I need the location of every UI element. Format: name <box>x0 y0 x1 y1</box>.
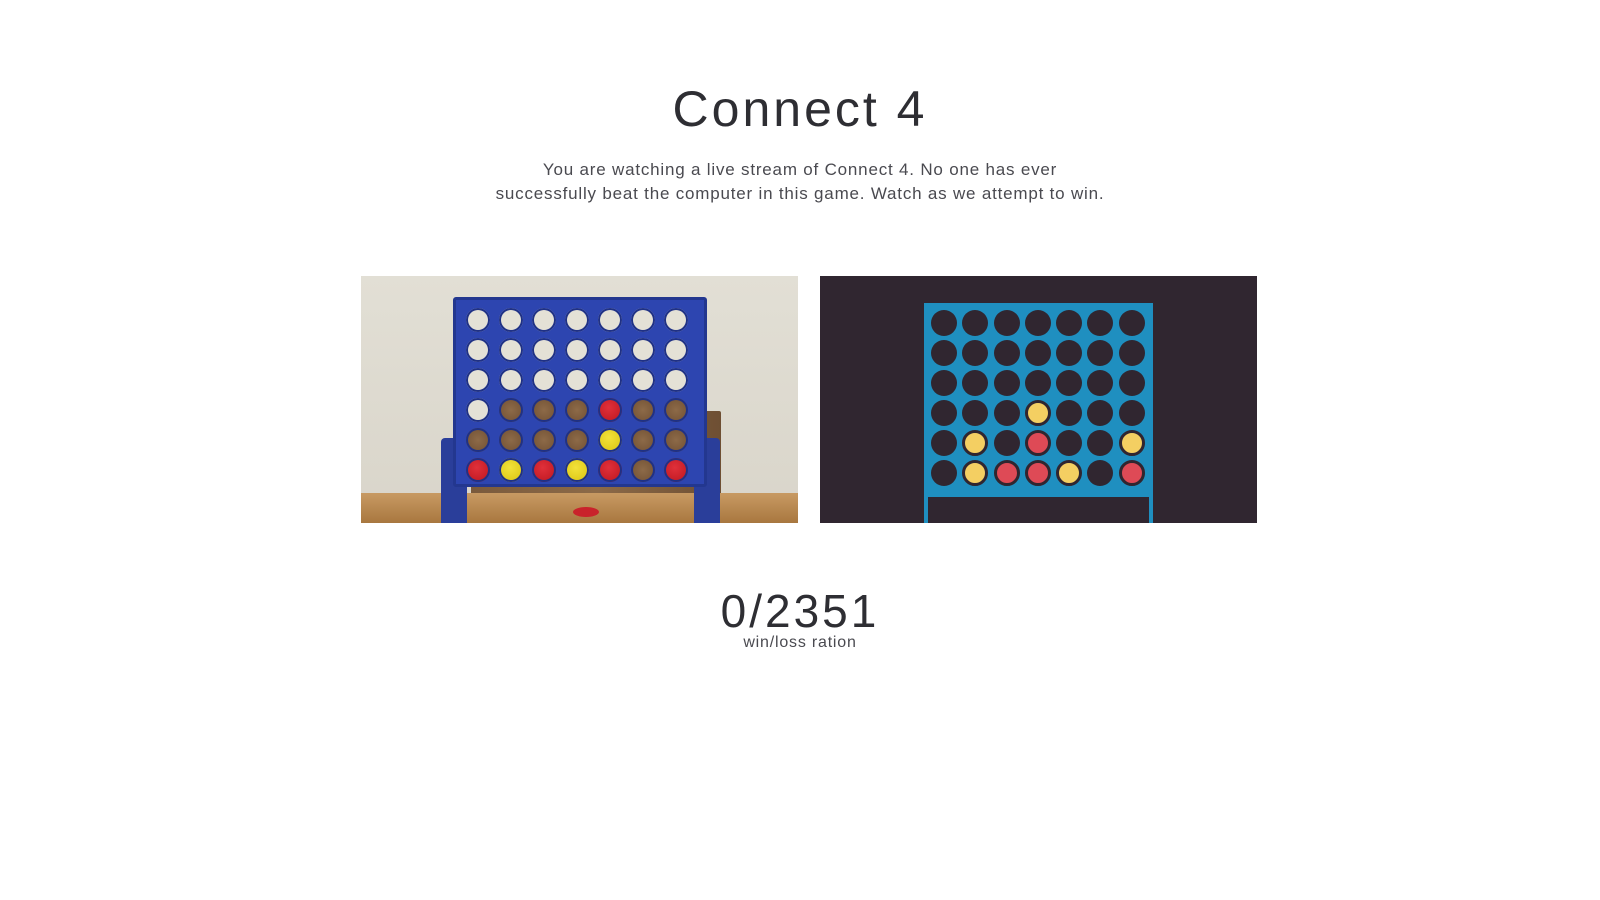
photo-slot-r3-c6 <box>631 368 655 392</box>
photo-slot-r1-c5 <box>598 308 622 332</box>
sim-slot-r5-c4 <box>1024 430 1051 456</box>
sim-slot-r6-c2 <box>962 460 989 486</box>
sim-slot-r5-c1 <box>931 430 957 456</box>
photo-slot-r5-c2 <box>499 428 523 452</box>
photo-slot-r5-c6 <box>631 428 655 452</box>
sim-slot-r5-c3 <box>993 430 1020 456</box>
sim-slot-r3-c2 <box>962 370 989 396</box>
sim-slot-r5-c2 <box>962 430 989 456</box>
sim-slot-r3-c6 <box>1087 370 1114 396</box>
photo-loose-chip <box>573 507 599 517</box>
photo-slot-r4-c1 <box>466 398 490 422</box>
photo-slot-r2-c2 <box>499 338 523 362</box>
sim-slot-r2-c7 <box>1118 340 1145 366</box>
sim-slot-r4-c4 <box>1024 400 1051 426</box>
page: Connect 4 You are watching a live stream… <box>0 0 1600 900</box>
sim-slot-r6-c7 <box>1118 460 1145 486</box>
photo-slot-r6-c6 <box>631 458 655 482</box>
sim-slot-r4-c7 <box>1118 400 1145 426</box>
sim-slot-r3-c3 <box>993 370 1020 396</box>
simulated-board-grid <box>931 310 1145 486</box>
simulated-board-panel <box>820 276 1257 523</box>
sim-slot-r3-c4 <box>1024 370 1051 396</box>
photo-slot-r1-c2 <box>499 308 523 332</box>
sim-slot-r5-c5 <box>1056 430 1083 456</box>
sim-slot-r3-c7 <box>1118 370 1145 396</box>
sim-slot-r2-c1 <box>931 340 957 366</box>
sim-slot-r5-c6 <box>1087 430 1114 456</box>
sim-slot-r1-c2 <box>962 310 989 336</box>
photo-slot-r3-c7 <box>664 368 688 392</box>
sim-slot-r4-c2 <box>962 400 989 426</box>
sim-slot-r6-c6 <box>1087 460 1114 486</box>
photo-slot-r6-c1 <box>466 458 490 482</box>
sim-slot-r5-c7 <box>1118 430 1145 456</box>
sim-slot-r1-c1 <box>931 310 957 336</box>
sim-slot-r1-c5 <box>1056 310 1083 336</box>
photo-slot-r2-c7 <box>664 338 688 362</box>
page-title: Connect 4 <box>672 81 928 137</box>
sim-slot-r2-c4 <box>1024 340 1051 366</box>
win-loss-score: 0/2351 <box>720 585 880 637</box>
win-loss-label: win/loss ration <box>743 634 857 651</box>
sim-slot-r2-c2 <box>962 340 989 366</box>
photo-slot-r6-c3 <box>532 458 556 482</box>
sim-slot-r4-c6 <box>1087 400 1114 426</box>
photo-board-frame <box>453 297 707 487</box>
photo-slot-r2-c6 <box>631 338 655 362</box>
photo-slot-r2-c3 <box>532 338 556 362</box>
sim-slot-r6-c3 <box>993 460 1020 486</box>
photo-slot-r5-c3 <box>532 428 556 452</box>
photo-slot-r2-c1 <box>466 338 490 362</box>
photo-board-grid <box>466 308 688 482</box>
sim-slot-r2-c6 <box>1087 340 1114 366</box>
sim-slot-r1-c3 <box>993 310 1020 336</box>
photo-slot-r1-c3 <box>532 308 556 332</box>
photo-slot-r1-c7 <box>664 308 688 332</box>
sim-slot-r1-c7 <box>1118 310 1145 336</box>
photo-slot-r2-c5 <box>598 338 622 362</box>
photo-slot-r3-c3 <box>532 368 556 392</box>
sim-slot-r3-c1 <box>931 370 957 396</box>
sim-slot-r2-c3 <box>993 340 1020 366</box>
sim-slot-r6-c1 <box>931 460 957 486</box>
photo-slot-r5-c4 <box>565 428 589 452</box>
photo-slot-r4-c6 <box>631 398 655 422</box>
live-stream-photo <box>361 276 798 523</box>
sim-slot-r1-c6 <box>1087 310 1114 336</box>
subtitle-line-1: You are watching a live stream of Connec… <box>542 160 1058 179</box>
photo-slot-r4-c5 <box>598 398 622 422</box>
sim-slot-r3-c5 <box>1056 370 1083 396</box>
page-subtitle: You are watching a live stream of Connec… <box>0 158 1600 206</box>
sim-slot-r2-c5 <box>1056 340 1083 366</box>
photo-slot-r5-c1 <box>466 428 490 452</box>
photo-slot-r6-c4 <box>565 458 589 482</box>
photo-slot-r3-c4 <box>565 368 589 392</box>
photo-slot-r1-c6 <box>631 308 655 332</box>
photo-slot-r2-c4 <box>565 338 589 362</box>
sim-slot-r4-c3 <box>993 400 1020 426</box>
photo-slot-r3-c2 <box>499 368 523 392</box>
photo-slot-r1-c4 <box>565 308 589 332</box>
sim-slot-r4-c5 <box>1056 400 1083 426</box>
photo-slot-r6-c5 <box>598 458 622 482</box>
photo-slot-r3-c1 <box>466 368 490 392</box>
simulated-board-base <box>928 497 1149 523</box>
sim-slot-r4-c1 <box>931 400 957 426</box>
simulated-board <box>924 303 1153 523</box>
photo-slot-r5-c5 <box>598 428 622 452</box>
subtitle-line-2: successfully beat the computer in this g… <box>495 184 1105 203</box>
sim-slot-r1-c4 <box>1024 310 1051 336</box>
photo-slot-r1-c1 <box>466 308 490 332</box>
photo-slot-r4-c7 <box>664 398 688 422</box>
photo-slot-r4-c4 <box>565 398 589 422</box>
sim-slot-r6-c4 <box>1024 460 1051 486</box>
photo-slot-r6-c7 <box>664 458 688 482</box>
photo-slot-r6-c2 <box>499 458 523 482</box>
photo-slot-r3-c5 <box>598 368 622 392</box>
sim-slot-r6-c5 <box>1056 460 1083 486</box>
photo-slot-r4-c3 <box>532 398 556 422</box>
photo-slot-r4-c2 <box>499 398 523 422</box>
photo-slot-r5-c7 <box>664 428 688 452</box>
